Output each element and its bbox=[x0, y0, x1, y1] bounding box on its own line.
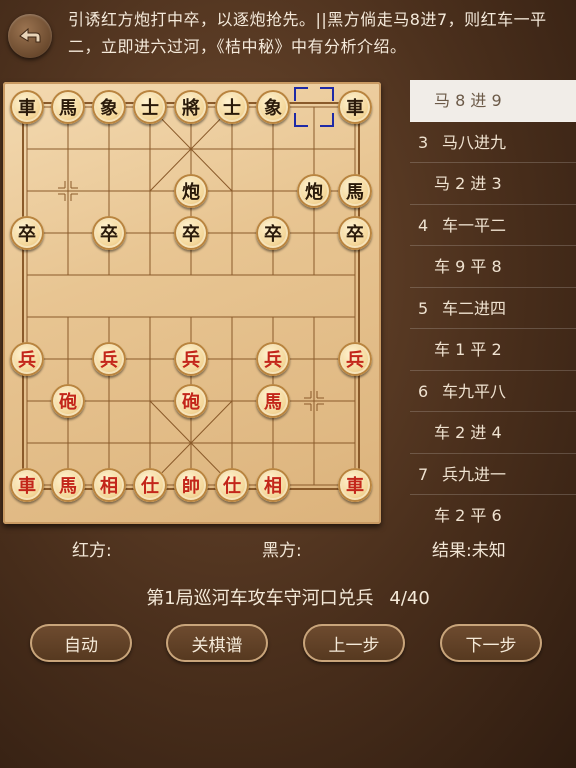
black-piece[interactable]: 炮 bbox=[174, 174, 208, 208]
move-list-item[interactable]: 马 8 进 9 bbox=[410, 80, 576, 122]
black-piece[interactable]: 象 bbox=[256, 90, 290, 124]
move-text: 车 1 平 2 bbox=[434, 340, 502, 359]
move-list-item[interactable]: 车 1 平 2 bbox=[410, 329, 576, 371]
black-piece[interactable]: 炮 bbox=[297, 174, 331, 208]
move-text: 车 2 平 6 bbox=[434, 506, 502, 524]
auto-play-button[interactable]: 自动 bbox=[30, 624, 132, 662]
red-piece[interactable]: 車 bbox=[10, 468, 44, 502]
black-piece[interactable]: 卒 bbox=[256, 216, 290, 250]
red-piece[interactable]: 馬 bbox=[51, 468, 85, 502]
black-piece[interactable]: 車 bbox=[10, 90, 44, 124]
black-piece[interactable]: 車 bbox=[338, 90, 372, 124]
move-list-item[interactable]: 车 9 平 8 bbox=[410, 246, 576, 288]
previous-move-button[interactable]: 上一步 bbox=[303, 624, 405, 662]
move-number: 4 bbox=[418, 215, 429, 235]
red-piece[interactable]: 兵 bbox=[256, 342, 290, 376]
move-text: 马 8 进 9 bbox=[434, 91, 502, 110]
red-piece[interactable]: 兵 bbox=[92, 342, 126, 376]
red-piece[interactable]: 砲 bbox=[51, 384, 85, 418]
move-number: 7 bbox=[418, 464, 429, 484]
red-piece[interactable]: 砲 bbox=[174, 384, 208, 418]
black-piece[interactable]: 士 bbox=[133, 90, 167, 124]
move-text: 车 2 进 4 bbox=[434, 423, 502, 442]
black-player-label: 黑方: bbox=[262, 541, 302, 561]
red-piece[interactable]: 仕 bbox=[133, 468, 167, 502]
board-grid bbox=[22, 102, 360, 490]
move-progress: 4/40 bbox=[389, 588, 430, 609]
move-list-item[interactable]: 4 车一平二 bbox=[410, 205, 576, 246]
move-comment: 引诱红方炮打中卒，以逐炮抢先。||黑方倘走马8进7，则红车一平二，立即进六过河，… bbox=[68, 10, 547, 56]
game-title: 第1局巡河车攻车守河口兑兵 4/40 bbox=[0, 584, 576, 610]
black-piece[interactable]: 卒 bbox=[10, 216, 44, 250]
player-info: 红方: 黑方: 结果:未知 bbox=[0, 536, 576, 566]
control-buttons: 自动 关棋谱 上一步 下一步 bbox=[0, 624, 576, 664]
move-text: 车一平二 bbox=[442, 215, 507, 235]
move-number: 6 bbox=[418, 381, 429, 401]
move-text: 车二进四 bbox=[442, 298, 507, 318]
move-list-item[interactable]: 5 车二进四 bbox=[410, 288, 576, 329]
black-piece[interactable]: 卒 bbox=[174, 216, 208, 250]
move-list-item[interactable]: 马 2 进 3 bbox=[410, 163, 576, 205]
result-label: 结果:未知 bbox=[432, 541, 506, 561]
move-list[interactable]: 马 8 进 9 3 马八进九马 2 进 3 4 车一平二车 9 平 8 5 车二进四车 1 … bbox=[410, 80, 576, 524]
red-piece[interactable]: 車 bbox=[338, 468, 372, 502]
red-piece[interactable]: 兵 bbox=[338, 342, 372, 376]
red-player-label: 红方: bbox=[72, 541, 112, 561]
red-piece[interactable]: 馬 bbox=[256, 384, 290, 418]
red-piece[interactable]: 帥 bbox=[174, 468, 208, 502]
move-text: 兵九进一 bbox=[442, 464, 507, 484]
red-piece[interactable]: 相 bbox=[256, 468, 290, 502]
back-arrow-icon bbox=[19, 27, 41, 43]
move-text: 车 9 平 8 bbox=[434, 257, 502, 276]
move-text: 马 2 进 3 bbox=[434, 174, 502, 193]
move-text: 车九平八 bbox=[442, 381, 507, 401]
move-number: 3 bbox=[418, 132, 429, 152]
move-list-item[interactable]: 车 2 进 4 bbox=[410, 412, 576, 454]
move-list-item[interactable]: 7 兵九进一 bbox=[410, 454, 576, 495]
red-piece[interactable]: 相 bbox=[92, 468, 126, 502]
black-piece[interactable]: 象 bbox=[92, 90, 126, 124]
red-piece[interactable]: 兵 bbox=[174, 342, 208, 376]
black-piece[interactable]: 馬 bbox=[51, 90, 85, 124]
next-move-button[interactable]: 下一步 bbox=[440, 624, 542, 662]
move-list-item[interactable]: 3 马八进九 bbox=[410, 122, 576, 163]
move-number: 5 bbox=[418, 298, 429, 318]
move-text: 马八进九 bbox=[442, 132, 507, 152]
back-button[interactable] bbox=[8, 14, 52, 58]
black-piece[interactable]: 將 bbox=[174, 90, 208, 124]
black-piece[interactable]: 卒 bbox=[92, 216, 126, 250]
last-move-marker bbox=[294, 87, 334, 127]
red-piece[interactable]: 兵 bbox=[10, 342, 44, 376]
black-piece[interactable]: 馬 bbox=[338, 174, 372, 208]
black-piece[interactable]: 卒 bbox=[338, 216, 372, 250]
close-record-button[interactable]: 关棋谱 bbox=[166, 624, 268, 662]
red-piece[interactable]: 仕 bbox=[215, 468, 249, 502]
black-piece[interactable]: 士 bbox=[215, 90, 249, 124]
game-name: 第1局巡河车攻车守河口兑兵 bbox=[146, 588, 374, 609]
move-list-item[interactable]: 6 车九平八 bbox=[410, 371, 576, 412]
chess-board[interactable]: 車馬象士將士象車炮炮馬卒卒卒卒卒兵兵兵兵兵砲砲馬車馬相仕帥仕相車 bbox=[3, 82, 381, 524]
top-bar: 引诱红方炮打中卒，以逐炮抢先。||黑方倘走马8进7，则红车一平二，立即进六过河，… bbox=[0, 0, 576, 72]
move-list-item[interactable]: 车 2 平 6 bbox=[410, 495, 576, 524]
